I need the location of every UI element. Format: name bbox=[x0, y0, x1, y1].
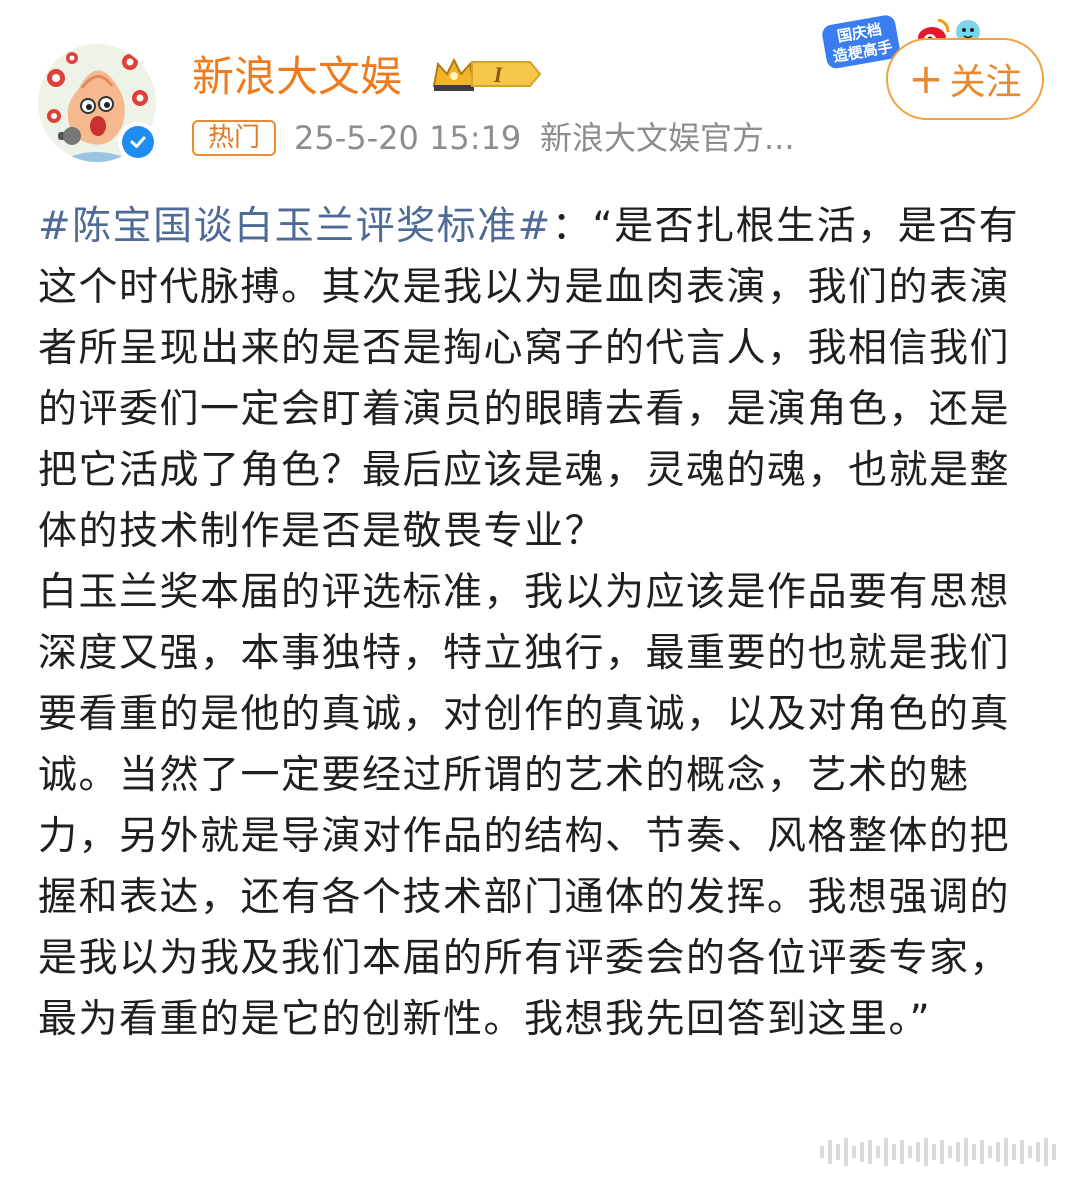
level-text: I bbox=[493, 62, 504, 87]
verified-badge bbox=[118, 122, 158, 162]
plus-icon: + bbox=[908, 54, 944, 103]
post-source[interactable]: 新浪大文娱官方... bbox=[540, 118, 795, 158]
username[interactable]: 新浪大文娱 bbox=[192, 52, 402, 102]
follow-button-label: 关注 bbox=[949, 62, 1022, 103]
post-timestamp: 25-5-20 15:19 bbox=[294, 119, 522, 157]
post-paragraph-1-text: ：“是否扎根生活，是否有这个时代脉搏。其次是我以为是血肉表演，我们的表演者所呈现… bbox=[38, 204, 1020, 554]
watermark-icon bbox=[820, 1134, 1070, 1174]
hashtag-link[interactable]: #陈宝国谈白玉兰评奖标准# bbox=[38, 204, 552, 249]
post-paragraph-2: 白玉兰奖本届的评选标准，我以为应该是作品要有思想深度又强，本事独特，特立独行，最… bbox=[38, 570, 1011, 1042]
verified-icon bbox=[130, 136, 146, 148]
hot-tag: 热门 bbox=[192, 120, 276, 156]
follow-button[interactable]: + 关注 bbox=[886, 38, 1044, 120]
member-level-badge[interactable]: I bbox=[432, 54, 544, 98]
post-body: #陈宝国谈白玉兰评奖标准#：“是否扎根生活，是否有这个时代脉搏。其次是我以为是血… bbox=[38, 196, 1038, 1050]
crown-icon bbox=[432, 57, 476, 91]
post-paragraph-1: #陈宝国谈白玉兰评奖标准#：“是否扎根生活，是否有这个时代脉搏。其次是我以为是血… bbox=[38, 196, 1038, 562]
post-header: 新浪大文娱 I 热门 25-5-20 15:19 新浪大文娱官方... 国庆档 … bbox=[0, 0, 1080, 180]
